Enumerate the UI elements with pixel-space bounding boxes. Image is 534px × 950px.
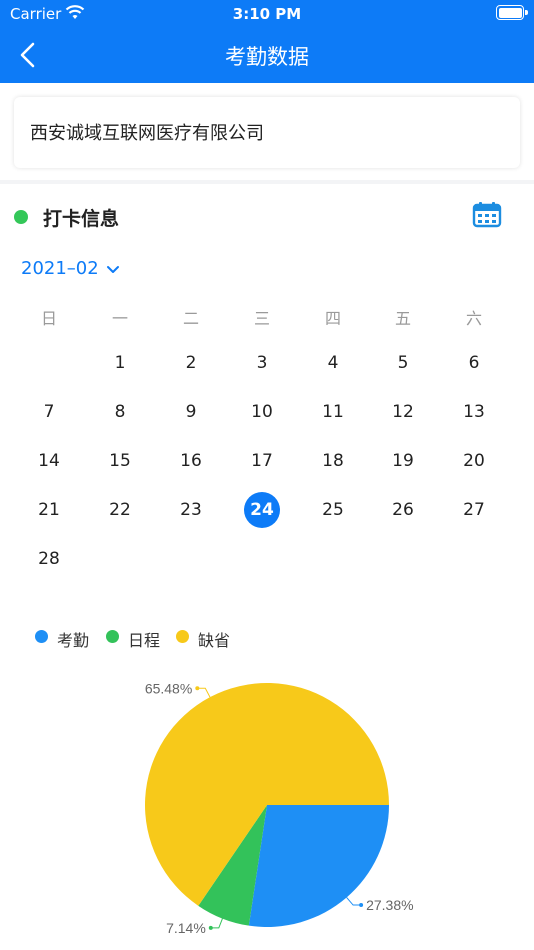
calendar-day[interactable]: 10 xyxy=(242,394,282,430)
calendar-day[interactable]: 9 xyxy=(171,394,211,430)
calendar-day[interactable]: 19 xyxy=(383,443,423,479)
company-name: 西安诚域互联网医疗有限公司 xyxy=(30,123,264,144)
calendar-day[interactable]: 21 xyxy=(29,492,69,528)
calendar-day[interactable]: 13 xyxy=(454,394,494,430)
calendar-day[interactable]: 28 xyxy=(29,541,69,577)
calendar-day[interactable]: 12 xyxy=(383,394,423,430)
company-card[interactable]: 西安诚域互联网医疗有限公司 xyxy=(14,97,520,168)
calendar-day[interactable]: 14 xyxy=(29,443,69,479)
calendar-day[interactable]: 1 xyxy=(100,345,140,381)
section-indicator-dot xyxy=(14,210,28,224)
calendar-day[interactable]: 11 xyxy=(313,394,353,430)
calendar-day[interactable]: 8 xyxy=(100,394,140,430)
pie-data-label: 27.38% xyxy=(366,897,413,913)
pie-label-leader-line xyxy=(210,918,223,929)
legend-label: 日程 xyxy=(128,631,161,650)
calendar-day[interactable]: 4 xyxy=(313,345,353,381)
pie-label-leader-line xyxy=(346,897,362,906)
calendar-day[interactable]: 26 xyxy=(383,492,423,528)
calendar-day[interactable]: 23 xyxy=(171,492,211,528)
calendar-day[interactable]: 25 xyxy=(313,492,353,528)
calendar-day[interactable]: 20 xyxy=(454,443,494,479)
weekday-label: 四 xyxy=(324,309,341,328)
legend-label: 缺省 xyxy=(198,631,231,650)
calendar-day[interactable]: 7 xyxy=(29,394,69,430)
legend-swatch xyxy=(35,630,48,643)
clock: 3:10 PM xyxy=(232,5,302,23)
month-selector[interactable]: 2021–02 xyxy=(21,258,99,279)
weekday-label: 六 xyxy=(465,309,482,328)
page-title: 考勤数据 xyxy=(225,45,309,69)
calendar-day[interactable]: 15 xyxy=(100,443,140,479)
calendar-icon[interactable] xyxy=(472,202,502,228)
weekday-label: 五 xyxy=(394,309,411,328)
pie-label-dot xyxy=(359,903,364,908)
pie-label-dot xyxy=(208,925,213,930)
pie-label-leader-line xyxy=(197,687,211,698)
calendar-day[interactable]: 22 xyxy=(100,492,140,528)
calendar-day[interactable]: 17 xyxy=(242,443,282,479)
legend-swatch xyxy=(106,630,119,643)
legend-label: 考勤 xyxy=(57,631,90,650)
nav-bar: Carrier 3:10 PM 考勤数据 xyxy=(0,0,534,83)
calendar-day[interactable]: 18 xyxy=(313,443,353,479)
section-title: 打卡信息 xyxy=(43,208,120,230)
legend-swatch xyxy=(176,630,189,643)
attendance-pie-chart: 27.38% 7.14% 65.48% xyxy=(145,680,414,936)
calendar-day[interactable]: 16 xyxy=(171,443,211,479)
weekday-label: 三 xyxy=(253,309,270,328)
calendar-day[interactable]: 5 xyxy=(383,345,423,381)
calendar-day[interactable]: 2 xyxy=(171,345,211,381)
calendar-day[interactable]: 3 xyxy=(242,345,282,381)
calendar-day-selected[interactable]: 24 xyxy=(244,492,280,528)
weekday-label: 日 xyxy=(40,309,57,328)
status-bar: Carrier 3:10 PM xyxy=(0,0,534,28)
pie-data-label: 7.14% xyxy=(166,920,206,936)
chevron-down-icon[interactable] xyxy=(106,262,120,276)
pie-data-label: 65.48% xyxy=(145,680,192,696)
calendar-day[interactable]: 27 xyxy=(454,492,494,528)
pie-label-dot xyxy=(195,686,200,691)
weekday-label: 二 xyxy=(182,309,199,328)
battery-icon xyxy=(496,5,528,20)
calendar-day[interactable]: 6 xyxy=(454,345,494,381)
weekday-label: 一 xyxy=(111,309,128,328)
section-divider xyxy=(0,180,534,184)
